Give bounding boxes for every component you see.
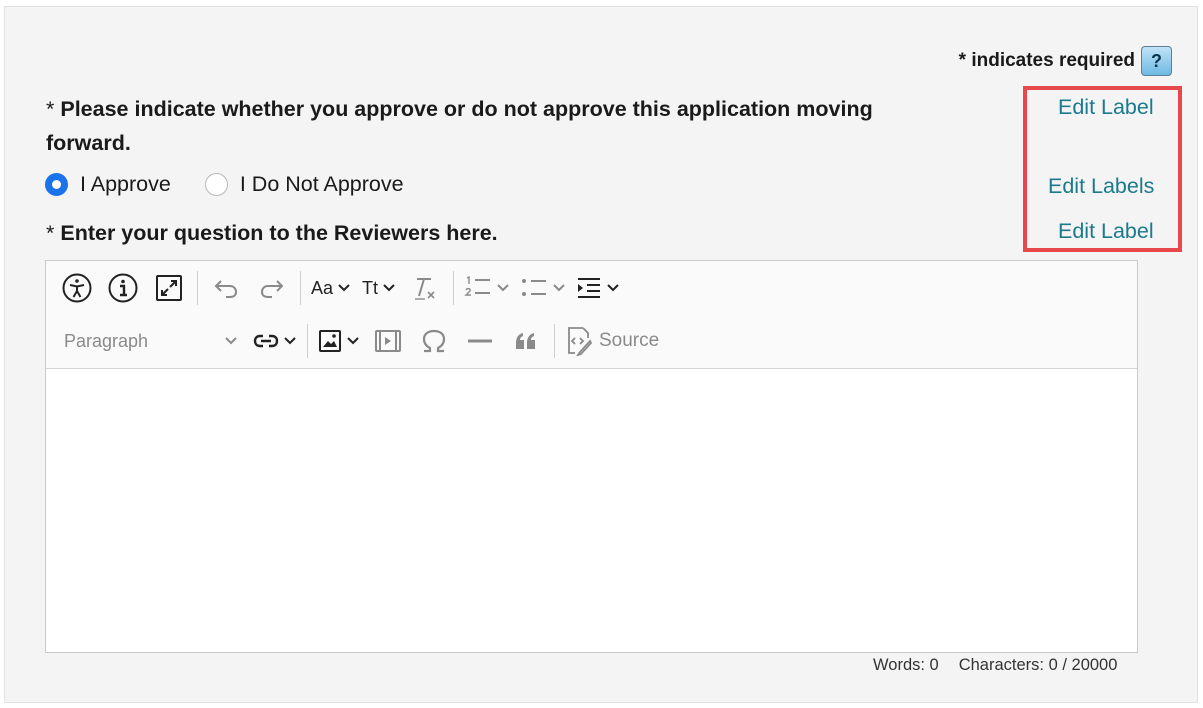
accessibility-icon[interactable] xyxy=(59,270,95,306)
font-family-button[interactable]: Aa xyxy=(311,270,351,306)
indent-button[interactable] xyxy=(576,270,620,306)
special-characters-icon[interactable] xyxy=(416,323,452,359)
editor-counts: Words: 0 Characters: 0 / 20000 xyxy=(873,656,1117,675)
source-label: Source xyxy=(599,330,660,351)
source-button[interactable]: Source xyxy=(565,323,659,359)
question-reviewers-label: * Enter your question to the Reviewers h… xyxy=(46,216,498,250)
required-star: * xyxy=(46,221,55,245)
question-approval-text: Please indicate whether you approve or d… xyxy=(46,97,873,155)
info-icon[interactable] xyxy=(105,270,141,306)
question-reviewers-text: Enter your question to the Reviewers her… xyxy=(60,221,498,245)
approval-radio-group: I Approve I Do Not Approve xyxy=(45,172,438,197)
image-icon xyxy=(319,330,341,352)
radio-option-approve[interactable]: I Approve xyxy=(45,172,171,197)
required-note: * indicates required xyxy=(958,50,1135,71)
editor-toolbar: Aa Tt Paragraph Source xyxy=(46,261,1137,369)
toolbar-separator xyxy=(307,324,308,358)
edit-label-link-question1[interactable]: Edit Label xyxy=(1058,95,1154,120)
edit-labels-link-radios[interactable]: Edit Labels xyxy=(1048,174,1154,199)
indent-icon xyxy=(578,278,601,298)
radio-approve-label[interactable]: I Approve xyxy=(80,172,171,197)
link-icon xyxy=(253,334,279,348)
radio-not-approve-label[interactable]: I Do Not Approve xyxy=(240,172,404,197)
edit-label-link-question2[interactable]: Edit Label xyxy=(1058,219,1154,244)
bulleted-list-button[interactable] xyxy=(520,270,566,306)
redo-icon[interactable] xyxy=(254,270,290,306)
radio-option-not-approve[interactable]: I Do Not Approve xyxy=(204,172,404,197)
toolbar-separator xyxy=(300,271,301,305)
undo-icon[interactable] xyxy=(208,270,244,306)
font-family-icon: Aa xyxy=(311,277,334,298)
chevron-down-icon xyxy=(607,284,619,292)
horizontal-line-icon[interactable] xyxy=(462,323,498,359)
chevron-down-icon xyxy=(553,284,565,292)
font-size-button[interactable]: Tt xyxy=(361,270,397,306)
image-button[interactable] xyxy=(318,323,360,359)
numbered-list-button[interactable] xyxy=(464,270,510,306)
question-approval-label: * Please indicate whether you approve or… xyxy=(46,92,946,160)
chevron-down-icon xyxy=(347,337,359,345)
editor-content-area[interactable] xyxy=(46,369,1137,653)
blockquote-icon[interactable] xyxy=(508,323,544,359)
toolbar-row-2: Paragraph Source xyxy=(54,321,664,361)
radio-not-approve[interactable] xyxy=(204,173,228,196)
chevron-down-icon xyxy=(497,284,509,292)
toolbar-separator xyxy=(554,324,555,358)
paragraph-format-label: Paragraph xyxy=(64,330,149,351)
toolbar-separator xyxy=(197,271,198,305)
chevron-down-icon xyxy=(338,284,350,292)
numbered-list-icon xyxy=(464,275,491,296)
source-icon xyxy=(568,327,593,356)
required-star: * xyxy=(46,97,55,121)
chevron-down-icon xyxy=(383,284,395,292)
rich-text-editor: Aa Tt Paragraph Source xyxy=(45,260,1138,653)
help-button[interactable]: ? xyxy=(1141,46,1172,76)
toolbar-separator xyxy=(453,271,455,305)
fullscreen-icon[interactable] xyxy=(151,270,187,306)
remove-format-icon[interactable] xyxy=(407,270,443,306)
link-button[interactable] xyxy=(253,323,297,359)
paragraph-format-dropdown[interactable]: Paragraph xyxy=(54,331,244,352)
radio-approve[interactable] xyxy=(45,173,68,196)
media-embed-icon[interactable] xyxy=(370,323,406,359)
bulleted-list-icon xyxy=(522,279,547,296)
character-count: Characters: 0 / 20000 xyxy=(958,656,1118,674)
font-size-icon: Tt xyxy=(362,277,379,298)
chevron-down-icon xyxy=(284,337,296,345)
word-count: Words: 0 xyxy=(873,656,939,674)
chevron-down-icon xyxy=(225,337,237,345)
toolbar-row-1: Aa Tt xyxy=(54,268,625,308)
